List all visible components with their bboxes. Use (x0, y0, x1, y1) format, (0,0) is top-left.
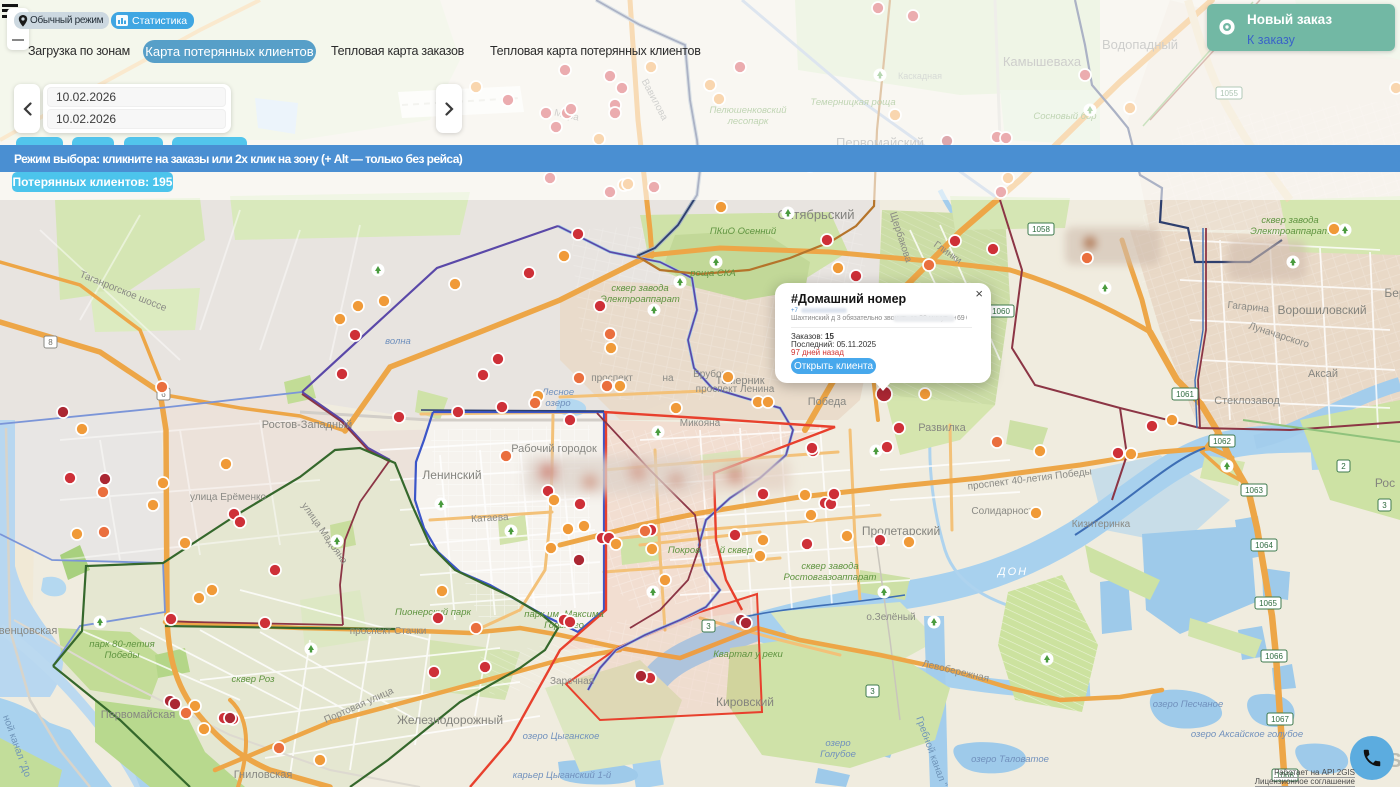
svg-text:Ленинский: Ленинский (422, 468, 481, 482)
svg-text:озеро: озеро (825, 738, 850, 749)
svg-text:Электроаппарат: Электроаппарат (600, 294, 680, 305)
svg-text:3: 3 (1382, 501, 1387, 510)
svg-text:Победа: Победа (808, 396, 847, 408)
svg-text:Рос: Рос (1375, 476, 1395, 490)
svg-text:8: 8 (48, 338, 53, 347)
svg-text:1067: 1067 (1271, 715, 1289, 724)
svg-text:сквер завода: сквер завода (801, 561, 858, 572)
svg-text:Кировский: Кировский (716, 695, 774, 709)
svg-text:сквер завода: сквер завода (611, 283, 668, 294)
svg-text:Ростов-Западный: Ростов-Западный (262, 419, 352, 431)
svg-text:1061: 1061 (1176, 390, 1194, 399)
svg-text:1063: 1063 (1245, 486, 1263, 495)
svg-text:3: 3 (706, 622, 711, 631)
svg-text:на: на (662, 373, 674, 384)
svg-text:озеро Цыганское: озеро Цыганское (523, 731, 600, 742)
svg-text:Аксай: Аксай (1308, 368, 1338, 380)
svg-text:Ворошиловский: Ворошиловский (1277, 303, 1366, 317)
svg-text:улица Ерёменко: улица Ерёменко (190, 492, 267, 503)
svg-text:карьер Цыганский 1-й: карьер Цыганский 1-й (513, 770, 612, 781)
svg-text:1066: 1066 (1265, 652, 1283, 661)
svg-text:1062: 1062 (1213, 437, 1231, 446)
svg-text:Лесное: Лесное (541, 387, 574, 398)
svg-text:озеро: озеро (545, 398, 570, 409)
svg-text:Бер: Бер (1384, 286, 1400, 300)
svg-text:Первомайская: Первомайская (101, 709, 175, 721)
svg-text:Победы: Победы (105, 650, 140, 661)
svg-text:й сквер: й сквер (720, 545, 752, 556)
svg-text:озеро Аксайское голубое: озеро Аксайское голубое (1191, 729, 1303, 740)
svg-text:1058: 1058 (1032, 225, 1050, 234)
svg-text:Электроаппарат: Электроаппарат (1250, 226, 1330, 237)
svg-text:Микояна: Микояна (680, 418, 721, 429)
svg-text:о.Зелёный: о.Зелёный (866, 612, 915, 623)
svg-text:Квартал у реки: Квартал у реки (713, 649, 783, 660)
svg-text:Гниловская: Гниловская (234, 769, 293, 781)
svg-text:Кизитеринка: Кизитеринка (1072, 519, 1131, 530)
svg-text:3: 3 (870, 687, 875, 696)
svg-text:Ростовгазоаппарат: Ростовгазоаппарат (784, 572, 877, 583)
svg-text:Стеклозавод: Стеклозавод (1214, 395, 1280, 407)
svg-text:сквер завода: сквер завода (1261, 215, 1318, 226)
svg-text:сквер Роз: сквер Роз (231, 674, 275, 685)
svg-text:1060: 1060 (992, 307, 1010, 316)
svg-text:1065: 1065 (1259, 599, 1277, 608)
svg-text:Голубое: Голубое (820, 749, 856, 760)
svg-text:Заречная: Заречная (550, 676, 594, 687)
svg-text:евенцовская: евенцовская (0, 625, 57, 637)
svg-text:озеро Таловатое: озеро Таловатое (971, 754, 1049, 765)
svg-text:Солидарности: Солидарности (971, 506, 1038, 517)
svg-text:проспект Ленина: проспект Ленина (696, 384, 775, 395)
svg-text:Пролетарский: Пролетарский (862, 524, 940, 538)
svg-text:Покров: Покров (668, 545, 700, 556)
svg-text:парк 80-летия: парк 80-летия (89, 639, 154, 650)
svg-text:1064: 1064 (1255, 541, 1273, 550)
svg-text:Железнодорожный: Железнодорожный (397, 713, 503, 727)
svg-text:роща СКА: роща СКА (689, 268, 735, 279)
svg-text:Развилка: Развилка (918, 422, 966, 434)
svg-text:Рабочий городок: Рабочий городок (511, 443, 597, 455)
svg-text:озеро Песчаное: озеро Песчаное (1153, 699, 1223, 710)
svg-text:ДОН: ДОН (996, 566, 1028, 578)
svg-text:Катаева: Катаева (471, 512, 509, 525)
svg-text:проспект Стачки: проспект Стачки (350, 626, 427, 637)
svg-text:2: 2 (1341, 462, 1346, 471)
svg-text:волна: волна (385, 336, 411, 347)
svg-text:ПКиО Осенний: ПКиО Осенний (710, 226, 777, 237)
